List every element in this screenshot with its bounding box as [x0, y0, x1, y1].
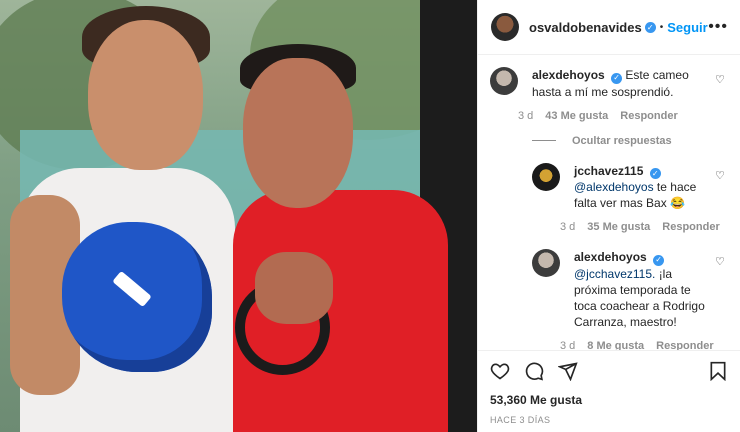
comment-username[interactable]: alexdehoyos — [532, 68, 605, 82]
mention-link[interactable]: @alexdehoyos — [574, 180, 654, 194]
separator-dot: • — [659, 21, 664, 33]
reply-button[interactable]: Responder — [620, 110, 677, 122]
post-actions: 53,360 Me gusta HACE 3 DÍAS — [478, 350, 740, 432]
reply-likes[interactable]: 8 Me gusta — [587, 340, 644, 351]
comment-likes[interactable]: 43 Me gusta — [545, 110, 608, 122]
commenter-avatar[interactable] — [490, 67, 518, 95]
verified-icon: ✓ — [644, 21, 656, 33]
reply-time[interactable]: 3 d — [560, 340, 575, 351]
reply-time[interactable]: 3 d — [560, 221, 575, 233]
verified-icon: ✓ — [653, 254, 665, 266]
comment-meta: 3 d 43 Me gusta Responder — [518, 110, 702, 122]
heart-icon[interactable]: ♡ — [715, 257, 726, 268]
comment-time[interactable]: 3 d — [518, 110, 533, 122]
post-timestamp[interactable]: HACE 3 DÍAS — [490, 415, 728, 425]
reply-username[interactable]: jcchavez115 — [574, 164, 643, 178]
post-sidebar: osvaldobenavides ✓ • Seguir ••• alexdeho… — [477, 0, 740, 432]
more-options-icon[interactable]: ••• — [708, 18, 728, 36]
post-image[interactable] — [0, 0, 477, 432]
comments-list[interactable]: alexdehoyos ✓ Este cameo hasta a mí me s… — [478, 55, 740, 350]
bookmark-icon[interactable] — [708, 361, 728, 381]
heart-icon[interactable]: ♡ — [715, 170, 726, 182]
reply-meta: 3 d 35 Me gusta Responder — [560, 221, 720, 233]
post-header: osvaldobenavides ✓ • Seguir ••• — [478, 0, 740, 55]
heart-icon[interactable] — [490, 361, 510, 381]
heart-icon[interactable]: ♡ — [715, 75, 726, 86]
author-avatar[interactable] — [491, 13, 519, 41]
author-username[interactable]: osvaldobenavides — [529, 20, 642, 35]
comment-text: alexdehoyos ✓ Este cameo hasta a mí me s… — [532, 67, 702, 100]
action-icons — [490, 357, 728, 385]
reply-item: alexdehoyos ✓ @jcchavez115. ¡la próxima … — [532, 249, 728, 350]
hide-replies-label: Ocultar respuestas — [572, 134, 672, 147]
verified-icon: ✓ — [649, 168, 661, 179]
reply-item: jcchavez115 ✓ @alexdehoyos te hace falta… — [532, 162, 728, 233]
reply-text: jcchavez115 ✓ @alexdehoyos te hace falta… — [574, 163, 708, 212]
reply-likes[interactable]: 35 Me gusta — [587, 221, 650, 233]
reply-meta: 3 d 8 Me gusta Responder — [560, 340, 714, 351]
comment-icon[interactable] — [524, 361, 544, 381]
reply-username[interactable]: alexdehoyos — [574, 250, 647, 264]
likes-count[interactable]: 53,360 Me gusta — [490, 393, 728, 407]
commenter-avatar[interactable] — [532, 162, 560, 191]
reply-button[interactable]: Responder — [656, 340, 713, 351]
person-left-head — [88, 20, 203, 170]
reply-text: alexdehoyos ✓ @jcchavez115. ¡la próxima … — [574, 249, 708, 330]
reply-button[interactable]: Responder — [662, 221, 719, 233]
hide-replies-button[interactable]: Ocultar respuestas — [532, 135, 728, 147]
person-right-fist — [255, 252, 333, 324]
mention-link[interactable]: @jcchavez115. — [574, 267, 655, 281]
verified-icon: ✓ — [611, 72, 623, 84]
commenter-avatar[interactable] — [532, 249, 560, 277]
divider-line — [532, 140, 556, 141]
instagram-post: osvaldobenavides ✓ • Seguir ••• alexdeho… — [0, 0, 740, 432]
person-right-head — [243, 58, 353, 208]
follow-button[interactable]: Seguir — [667, 20, 707, 35]
share-icon[interactable] — [558, 361, 578, 381]
comment-item: alexdehoyos ✓ Este cameo hasta a mí me s… — [490, 67, 728, 122]
